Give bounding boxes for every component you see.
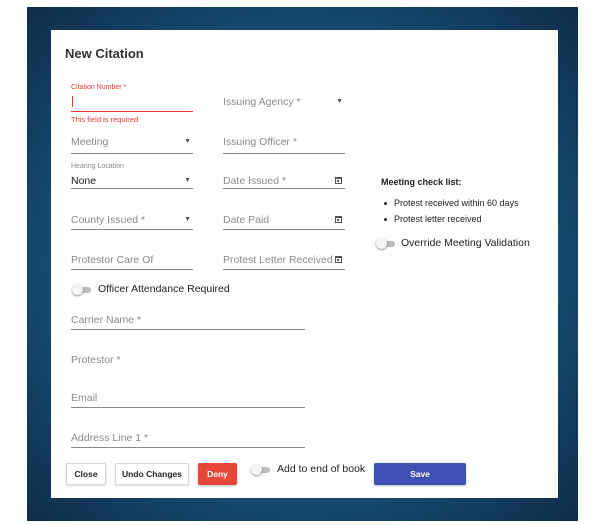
email-field[interactable]: Email <box>71 392 305 408</box>
dialog-title: New Citation <box>65 46 144 61</box>
protestor-care-of-field[interactable]: Protestor Care Of <box>71 254 193 270</box>
carrier-name-underline <box>71 329 305 330</box>
date-paid-field[interactable]: Date Paid <box>223 214 345 230</box>
county-issued-select[interactable]: County Issued * ▼ <box>71 214 193 230</box>
issuing-officer-placeholder: Issuing Officer * <box>223 136 297 148</box>
checklist-title: Meeting check list: <box>381 177 462 187</box>
protestor-care-of-underline <box>71 269 193 270</box>
citation-number-underline <box>71 110 193 112</box>
meeting-select[interactable]: Meeting ▼ <box>71 136 193 154</box>
chevron-down-icon: ▼ <box>336 98 343 105</box>
chevron-down-icon: ▼ <box>184 177 191 184</box>
date-issued-placeholder: Date Issued * <box>223 175 287 187</box>
add-to-end-toggle[interactable] <box>251 464 271 475</box>
text-cursor <box>72 96 73 107</box>
protestor-care-of-placeholder: Protestor Care Of <box>71 254 154 266</box>
protest-letter-received-placeholder: Protest Letter Received <box>223 254 333 266</box>
date-issued-field[interactable]: Date Issued * <box>223 175 345 189</box>
hearing-location-select[interactable]: Hearing Location None ▼ <box>71 163 193 189</box>
address-line-1-field[interactable]: Address Line 1 * <box>71 432 305 448</box>
calendar-icon[interactable] <box>335 256 342 263</box>
issuing-agency-select[interactable]: Issuing Agency * ▼ <box>223 96 345 114</box>
meeting-placeholder: Meeting <box>71 136 109 148</box>
checklist-item: Protest letter received <box>394 214 482 224</box>
protest-letter-received-field[interactable]: Protest Letter Received <box>223 254 345 270</box>
county-issued-underline <box>71 229 193 230</box>
issuing-officer-field[interactable]: Issuing Officer * <box>223 136 345 154</box>
chevron-down-icon: ▼ <box>184 138 191 145</box>
deny-button[interactable]: Deny <box>198 463 237 485</box>
bullet-icon <box>384 218 387 221</box>
undo-changes-button[interactable]: Undo Changes <box>115 463 189 485</box>
close-button[interactable]: Close <box>66 463 106 485</box>
meeting-underline <box>71 153 193 154</box>
email-underline <box>71 407 305 408</box>
officer-attendance-label: Officer Attendance Required <box>98 283 230 295</box>
save-button[interactable]: Save <box>374 463 466 485</box>
date-issued-underline <box>223 188 345 189</box>
override-meeting-label: Override Meeting Validation <box>401 237 530 249</box>
checklist-item: Protest received within 60 days <box>394 198 519 208</box>
officer-attendance-toggle[interactable] <box>72 284 92 295</box>
issuing-officer-underline <box>223 153 345 154</box>
bullet-icon <box>384 202 387 205</box>
carrier-name-placeholder: Carrier Name * <box>71 314 142 326</box>
protest-letter-received-underline <box>223 269 345 270</box>
carrier-name-field[interactable]: Carrier Name * <box>71 314 305 330</box>
address-line-1-placeholder: Address Line 1 * <box>71 432 149 444</box>
hearing-location-underline <box>71 188 193 189</box>
calendar-icon[interactable] <box>335 177 342 184</box>
citation-number-field[interactable]: Citation Number * <box>71 84 193 112</box>
date-paid-underline <box>223 229 345 230</box>
calendar-icon[interactable] <box>335 216 342 223</box>
hearing-location-label: Hearing Location <box>71 163 124 170</box>
chevron-down-icon: ▼ <box>184 216 191 223</box>
citation-number-error: This field is required <box>71 115 139 124</box>
hearing-location-value: None <box>71 175 97 187</box>
new-citation-dialog: New Citation Citation Number * This fiel… <box>51 30 558 498</box>
date-paid-placeholder: Date Paid <box>223 214 270 226</box>
address-line-1-underline <box>71 447 305 448</box>
issuing-agency-placeholder: Issuing Agency * <box>223 96 301 108</box>
county-issued-placeholder: County Issued * <box>71 214 146 226</box>
citation-number-label: Citation Number * <box>71 84 127 91</box>
protestor-placeholder: Protestor * <box>71 354 121 366</box>
toggle-knob <box>72 284 83 295</box>
toggle-knob <box>376 238 387 249</box>
override-meeting-toggle[interactable] <box>376 238 396 249</box>
email-placeholder: Email <box>71 392 98 404</box>
add-to-end-label: Add to end of book <box>277 463 366 475</box>
toggle-knob <box>251 464 262 475</box>
protestor-field[interactable]: Protestor * <box>71 354 305 370</box>
